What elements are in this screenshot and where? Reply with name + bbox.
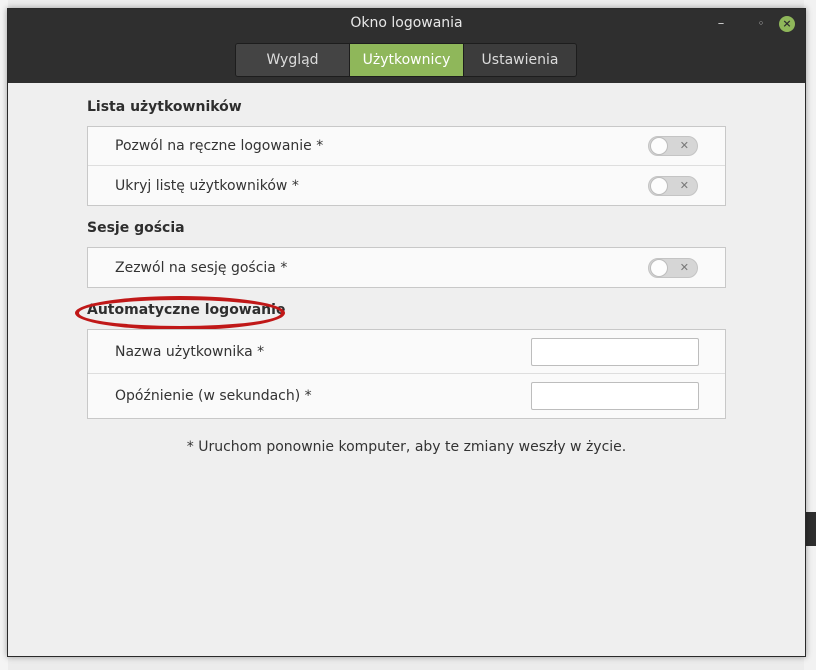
switch-knob bbox=[650, 176, 668, 195]
tab-bar: Wygląd Użytkownicy Ustawienia bbox=[235, 43, 577, 77]
setting-label: Opóźnienie (w sekundach) * bbox=[115, 388, 312, 404]
off-x-icon: ✕ bbox=[679, 178, 689, 192]
switch-knob bbox=[650, 258, 668, 277]
window-title: Okno logowania bbox=[350, 15, 463, 31]
maximize-icon[interactable]: ◦ bbox=[753, 16, 769, 32]
setting-label: Zezwól na sesję gościa * bbox=[115, 259, 288, 276]
section-title-user-list: Lista użytkowników bbox=[87, 99, 242, 115]
close-icon[interactable]: × bbox=[779, 16, 795, 32]
tab-settings[interactable]: Ustawienia bbox=[463, 44, 576, 76]
off-x-icon: ✕ bbox=[679, 139, 689, 152]
setting-row-username: Nazwa użytkownika * bbox=[88, 330, 725, 374]
manual-login-switch[interactable]: ✕ bbox=[648, 136, 698, 156]
setting-label: Ukryj listę użytkowników * bbox=[115, 177, 299, 194]
setting-label: Pozwól na ręczne logowanie * bbox=[115, 138, 324, 154]
restart-note: * Uruchom ponownie komputer, aby te zmia… bbox=[186, 439, 627, 455]
login-window: Okno logowania – ◦ × Wygląd Użytkownicy … bbox=[7, 8, 806, 657]
minimize-icon[interactable]: – bbox=[713, 16, 729, 32]
off-x-icon: ✕ bbox=[679, 260, 689, 274]
guest-box: Zezwól na sesję gościa * ✕ bbox=[87, 247, 726, 288]
section-title-guest: Sesje gościa bbox=[87, 220, 185, 236]
autologin-box: Nazwa użytkownika * Opóźnienie (w sekund… bbox=[87, 329, 726, 419]
username-field[interactable] bbox=[531, 337, 699, 366]
setting-row-guest-session: Zezwól na sesję gościa * ✕ bbox=[88, 248, 725, 287]
content-area: Lista użytkowników Pozwól na ręczne logo… bbox=[8, 83, 805, 656]
setting-row-manual-login: Pozwól na ręczne logowanie * ✕ bbox=[88, 127, 725, 166]
delay-field[interactable] bbox=[531, 382, 699, 410]
switch-knob bbox=[650, 137, 668, 155]
setting-row-delay: Opóźnienie (w sekundach) * bbox=[88, 374, 725, 418]
setting-row-hide-user-list: Ukryj listę użytkowników * ✕ bbox=[88, 166, 725, 205]
hide-user-list-switch[interactable]: ✕ bbox=[648, 175, 698, 196]
guest-session-switch[interactable]: ✕ bbox=[648, 257, 698, 278]
setting-label: Nazwa użytkownika * bbox=[115, 343, 265, 360]
red-ellipse-annotation bbox=[75, 296, 285, 330]
title-bar: Okno logowania – ◦ × Wygląd Użytkownicy … bbox=[8, 9, 805, 83]
user-list-box: Pozwól na ręczne logowanie * ✕ Ukryj lis… bbox=[87, 126, 726, 206]
tab-users[interactable]: Użytkownicy bbox=[349, 44, 463, 76]
tab-appearance[interactable]: Wygląd bbox=[236, 44, 349, 76]
